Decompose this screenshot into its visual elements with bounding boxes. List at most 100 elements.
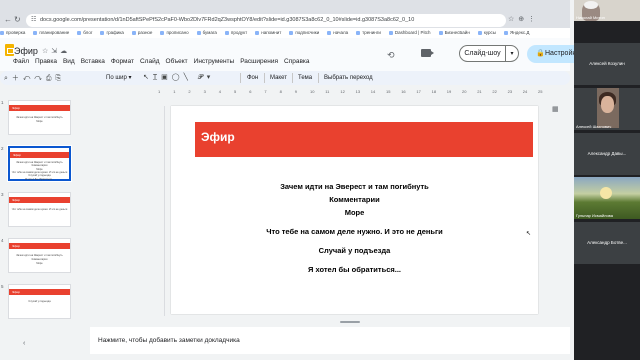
bookmark-item[interactable]: начала bbox=[327, 30, 348, 35]
slide-body-line[interactable]: Море bbox=[171, 208, 538, 217]
layout-button[interactable]: Макет bbox=[270, 75, 287, 81]
bookmark-icon bbox=[504, 30, 509, 35]
slide-number: 1 bbox=[1, 100, 4, 105]
ruler-tick-label: 23 bbox=[507, 89, 513, 94]
menu-item[interactable]: Слайд bbox=[140, 58, 160, 65]
participant-tile[interactable]: Николай Митин bbox=[574, 0, 640, 21]
bookmark-label: продукт bbox=[230, 30, 248, 35]
back-icon[interactable]: ← bbox=[4, 15, 12, 24]
browser-action-icons[interactable]: ☆⊕⋮ bbox=[508, 15, 539, 23]
bookmark-label: проверка bbox=[6, 30, 26, 35]
history-icon[interactable]: ⟲ bbox=[387, 50, 395, 61]
slide-thumbnail[interactable]: Эфир Зачем идти на Эверест и там погибнут… bbox=[8, 238, 71, 273]
toolbar-edit-icons[interactable]: ⌕＋↶↷⎙⎘ bbox=[4, 73, 65, 83]
ruler-tick-label: 20 bbox=[462, 89, 467, 94]
ruler-tick-label: 24 bbox=[522, 89, 528, 94]
participant-tile[interactable]: Алексей Козулин bbox=[574, 43, 640, 85]
bookmark-icon bbox=[255, 30, 260, 35]
slide-thumbnail[interactable]: Эфир Зачем идти на Эверест и там погибнут… bbox=[7, 145, 72, 182]
share-button[interactable]: Настройки доступа bbox=[527, 45, 575, 63]
bookmark-item[interactable]: графика bbox=[100, 30, 124, 35]
bookmark-item[interactable]: блог bbox=[77, 30, 92, 35]
bookmark-item[interactable]: напомнит bbox=[255, 30, 281, 35]
bookmark-item[interactable]: тренинги bbox=[356, 30, 381, 35]
bookmark-item[interactable]: продукт bbox=[224, 30, 248, 35]
bookmark-icon bbox=[0, 30, 4, 35]
slideshow-button[interactable]: Слайд-шоу bbox=[459, 45, 505, 62]
bookmark-item[interactable]: планирование bbox=[33, 30, 69, 35]
participant-tile[interactable]: Алексей Шахнович bbox=[574, 88, 640, 130]
bookmark-icon bbox=[388, 30, 393, 35]
participant-tile[interactable]: Александр Ботве... bbox=[574, 222, 640, 264]
bookmark-label: Dashboard | Pitch bbox=[394, 30, 431, 35]
bookmark-icon bbox=[289, 30, 294, 35]
menu-item[interactable]: Формат bbox=[111, 58, 134, 65]
site-info-icon[interactable]: ☷ bbox=[31, 16, 36, 23]
menu-item[interactable]: Инструменты bbox=[194, 58, 235, 65]
toolbar-insert-icons[interactable]: ↖T̲▣◯╲ 𝓟▾ bbox=[143, 73, 214, 82]
reload-icon[interactable]: ↻ bbox=[14, 15, 21, 24]
ruler-tick-label: 11 bbox=[325, 89, 330, 94]
address-bar[interactable]: ☷ docs.google.com/presentation/d/1nD5aft… bbox=[26, 14, 506, 27]
bookmark-label: подписчики bbox=[295, 30, 320, 35]
participant-tile[interactable]: Гульнар Исмайлова bbox=[574, 177, 640, 219]
bookmark-item[interactable]: курсы bbox=[477, 30, 496, 35]
ruler-tick-label: 25 bbox=[538, 89, 543, 94]
collapse-filmstrip-icon[interactable]: ‹ bbox=[23, 340, 25, 347]
transition-button[interactable]: Выбрать переход bbox=[324, 75, 373, 81]
slide-thumbnail[interactable]: Эфир Что тебе на самом деле нужно. И это … bbox=[8, 192, 71, 227]
thumb-title: Эфир bbox=[13, 153, 21, 157]
menu-item[interactable]: Файл bbox=[13, 58, 29, 65]
ruler-tick-label: 7 bbox=[264, 89, 267, 94]
slide-body-line[interactable]: Что тебе на самом деле нужно. И это не д… bbox=[171, 227, 538, 236]
bookmark-item[interactable]: Яндекс.Д bbox=[504, 30, 529, 35]
zoom-select[interactable]: По шир ▾ bbox=[106, 74, 132, 81]
menu-item[interactable]: Правка bbox=[35, 58, 57, 65]
bookmark-label: прописано bbox=[166, 30, 189, 35]
bookmark-icon bbox=[438, 30, 443, 35]
ruler-tick-label: 21 bbox=[477, 89, 482, 94]
thumb-text-line: Море bbox=[36, 120, 43, 123]
bookmark-item[interactable]: БизнесБайн bbox=[438, 30, 470, 35]
notes-resize-handle[interactable] bbox=[340, 321, 360, 323]
thumb-text-line: Что тебе на самом деле нужно. И это не д… bbox=[11, 208, 68, 211]
slide-thumbnail[interactable]: Эфир Зачем идти на Эверест и там погибнут… bbox=[8, 100, 71, 135]
theme-button[interactable]: Тема bbox=[298, 75, 312, 81]
document-title[interactable]: Эфир bbox=[14, 46, 38, 56]
ruler-tick-label: 14 bbox=[370, 89, 376, 94]
bookmark-label: тренинги bbox=[362, 30, 381, 35]
speaker-notes[interactable]: Нажмите, чтобы добавить заметки докладчи… bbox=[90, 327, 570, 354]
bookmark-item[interactable]: прописано bbox=[160, 30, 189, 35]
bookmark-item[interactable]: Dashboard | Pitch bbox=[388, 30, 431, 35]
thumb-text-line: Зачем идти на Эверест и там погибнуть bbox=[16, 254, 63, 257]
slides-logo-icon[interactable] bbox=[5, 44, 14, 56]
bookmark-item[interactable]: бумага bbox=[196, 30, 217, 35]
ruler-tick-label: 2 bbox=[188, 89, 191, 94]
menu-item[interactable]: Справка bbox=[284, 58, 310, 65]
ruler-tick-label: 1 bbox=[173, 89, 176, 94]
slide-body-line[interactable]: Я хотел бы обратиться... bbox=[171, 265, 538, 274]
menu-item[interactable]: Вставка bbox=[81, 58, 105, 65]
slide-body-line[interactable]: Случай у подъезда bbox=[171, 246, 538, 255]
background-button[interactable]: Фон bbox=[247, 75, 258, 81]
side-panel-icons[interactable]: ▦ bbox=[552, 105, 559, 113]
slide-title[interactable]: Эфир bbox=[201, 130, 235, 144]
bookmark-label: разное bbox=[137, 30, 153, 35]
bookmark-item[interactable]: проверка bbox=[0, 30, 25, 35]
star-move-cloud-icons[interactable]: ☆⇲☁ bbox=[42, 47, 70, 55]
meet-icon[interactable] bbox=[421, 49, 434, 57]
ruler-tick-label: 6 bbox=[249, 89, 252, 94]
slide-body-line[interactable]: Комментарии bbox=[171, 195, 538, 204]
menu-item[interactable]: Вид bbox=[63, 58, 75, 65]
menu-item[interactable]: Объект bbox=[166, 58, 188, 65]
bookmark-icon bbox=[100, 30, 105, 35]
menu-item[interactable]: Расширения bbox=[240, 58, 278, 65]
participant-tile[interactable]: Александр Давы... bbox=[574, 133, 640, 175]
bookmark-item[interactable]: разное bbox=[131, 30, 153, 35]
slide-thumbnail[interactable]: Эфир Случай у подъезда bbox=[8, 284, 71, 319]
ruler-tick-label: 3 bbox=[203, 89, 206, 94]
participant-name: Алексей Козулин bbox=[589, 61, 625, 66]
slide-body-line[interactable]: Зачем идти на Эверест и там погибнуть bbox=[171, 182, 538, 191]
slide-canvas[interactable]: Эфир Зачем идти на Эверест и там погибну… bbox=[171, 106, 538, 314]
bookmark-item[interactable]: подписчики bbox=[289, 30, 319, 35]
